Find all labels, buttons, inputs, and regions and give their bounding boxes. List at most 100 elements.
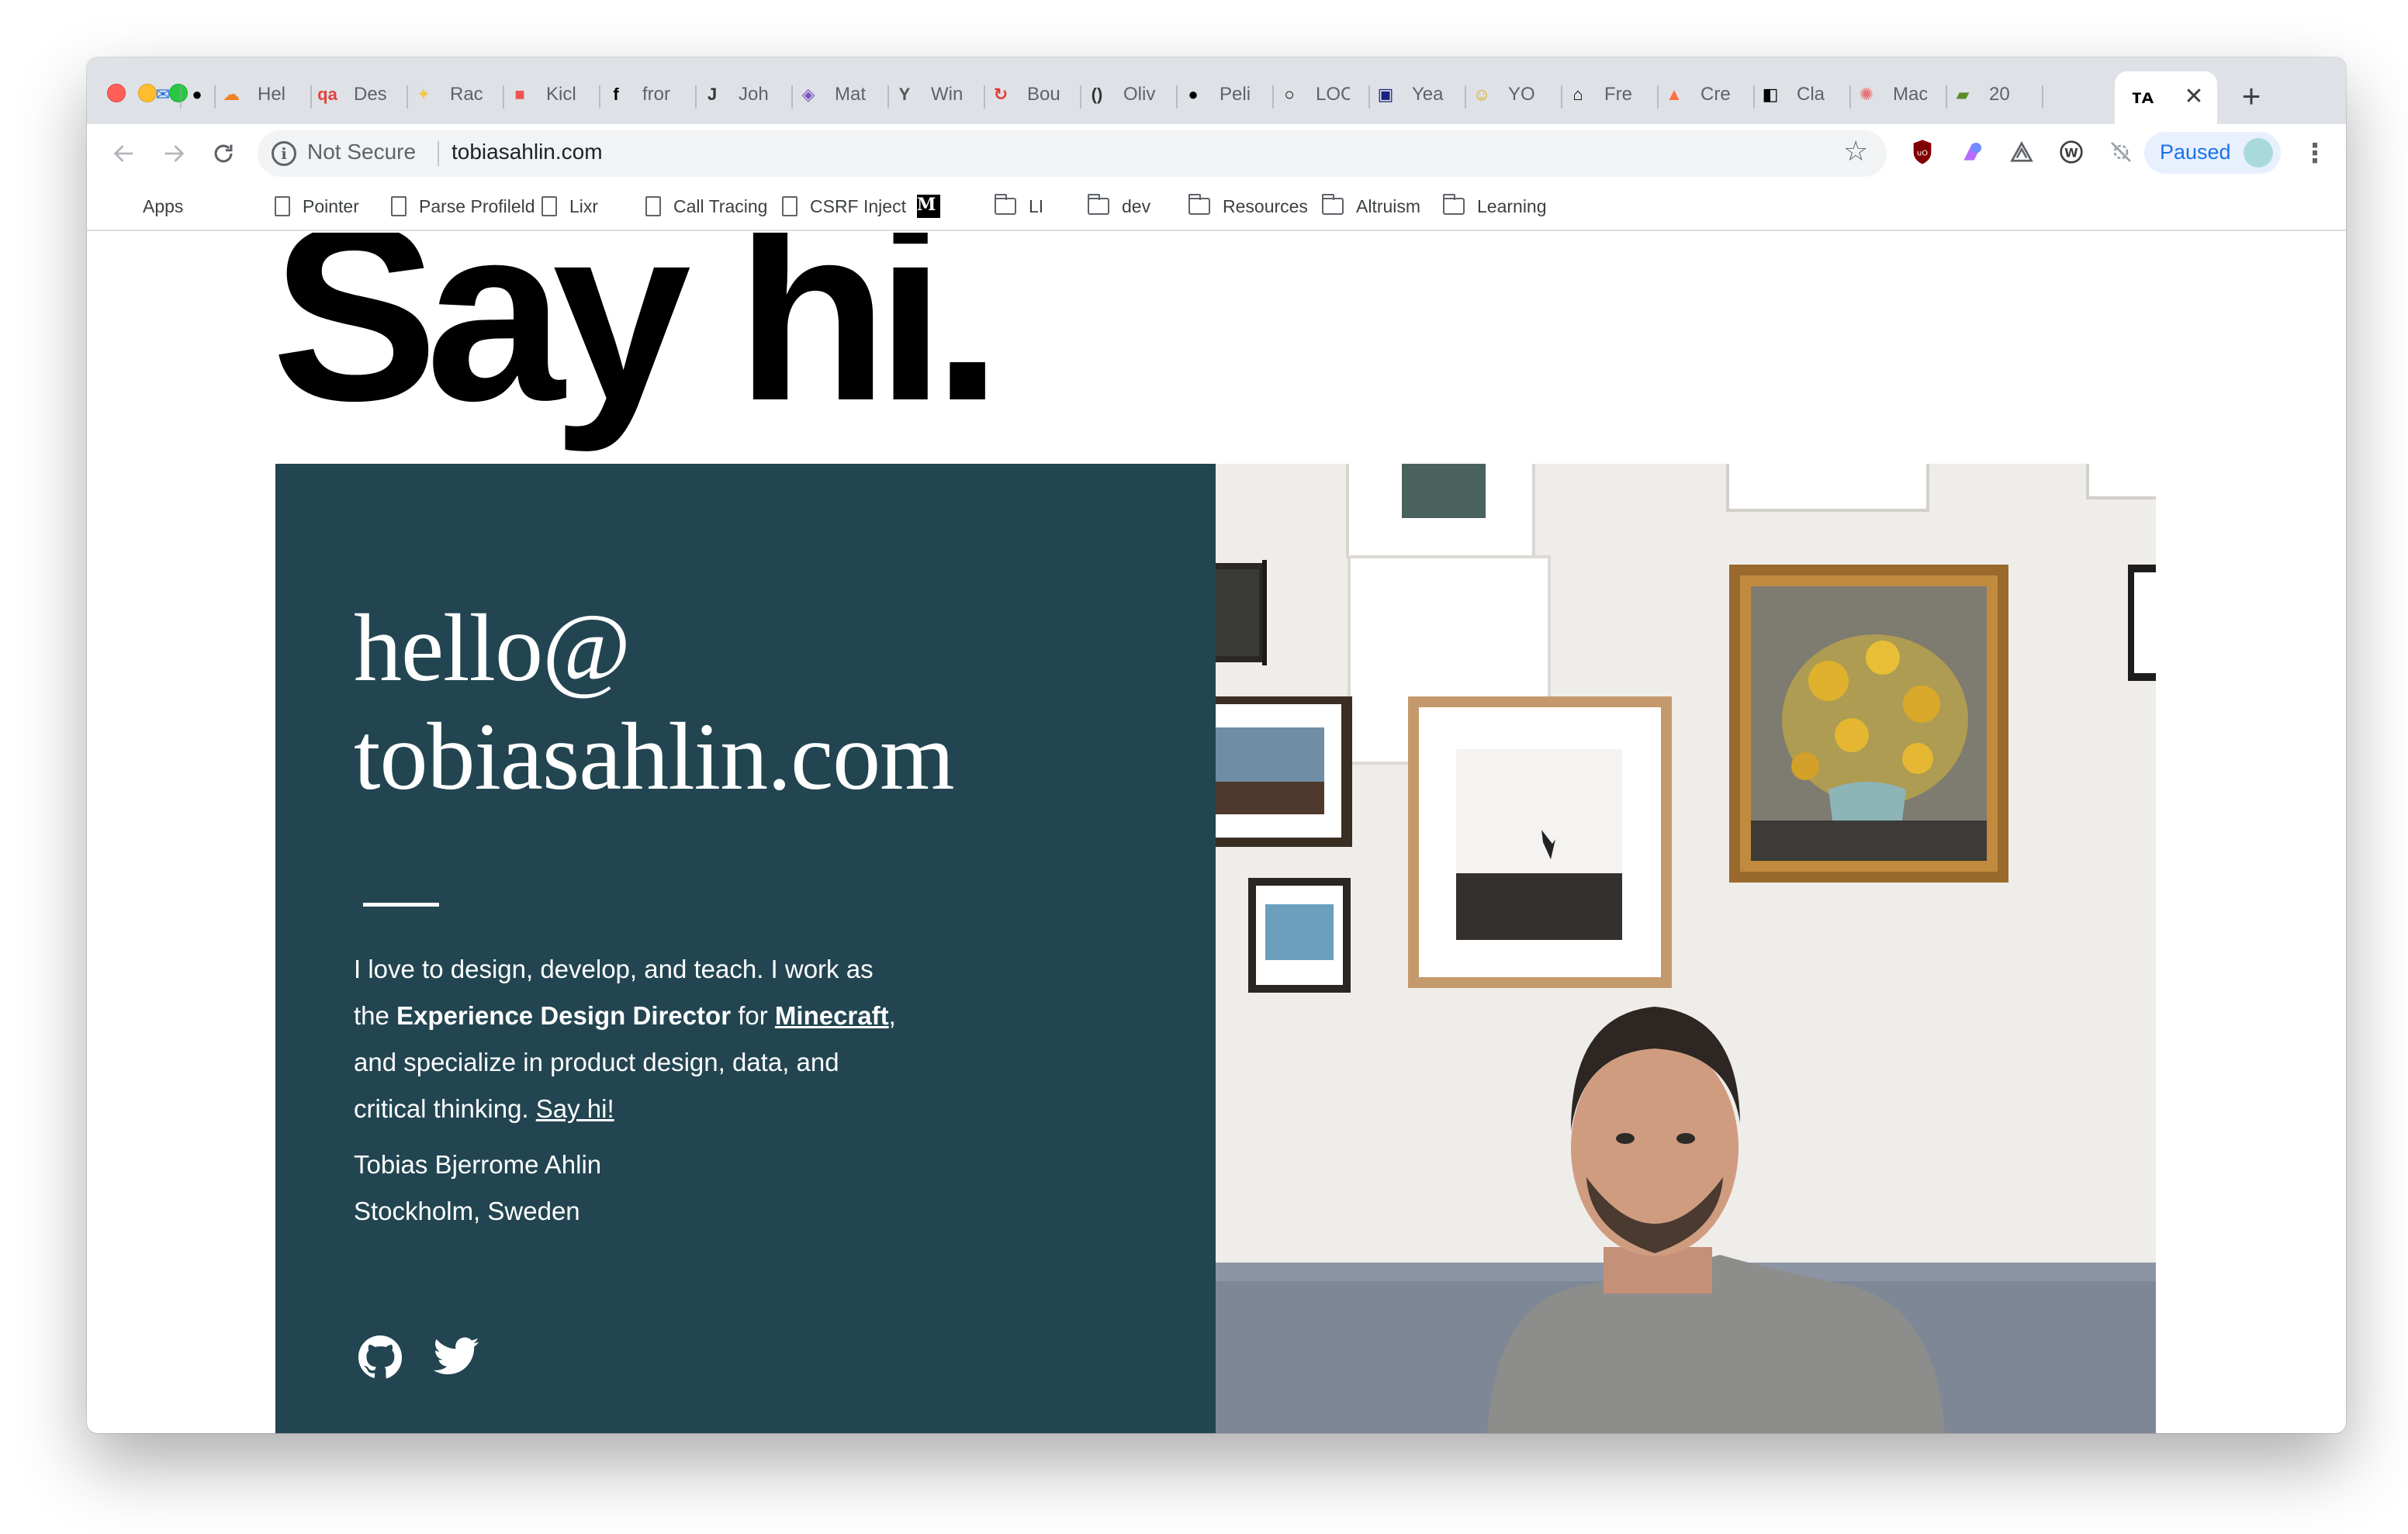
tab-strip: ✉ ● ☁ Hel qa Des ✦ Rac ■ Kicl f fror J Joh ◈ Mat Y Win ↻ Bo… [87,57,2346,124]
parens-icon: () [1091,85,1103,104]
bio-text-2: for [731,1001,775,1030]
tab-label: Joh [739,84,769,105]
tab[interactable]: ⌂ Fre [1566,74,1656,115]
signature: Tobias Bjerrome Ahlin Stockholm, Sweden [354,1142,601,1235]
close-icon[interactable]: ✕ [2177,79,2211,113]
tab-label: LOC [1316,84,1350,105]
tab-separator [887,85,889,109]
tab[interactable]: ▣ Yea [1373,74,1463,115]
tab-label: 20 [1989,84,2010,105]
tab[interactable]: J Joh [700,74,790,115]
tab[interactable]: ☺ YO [1469,74,1559,115]
minecraft-link[interactable]: Minecraft [775,1001,889,1030]
tab[interactable]: Y Win [892,74,982,115]
tab-label: Mat [835,84,867,105]
tab[interactable]: ○ LOC [1277,74,1367,115]
inbox-icon: ✉ [155,85,171,104]
ublock-icon[interactable]: uO [1907,136,1938,168]
tab[interactable]: ▰ 20 [1950,74,2040,115]
url-text[interactable]: tobiasahlin.com [452,140,603,164]
tab[interactable]: ✺ Mac [1854,74,1944,115]
figma-plugin-icon[interactable] [1956,136,1988,168]
bookmark-item[interactable]: Pointer [275,191,359,222]
tab[interactable]: ● Peli [1181,74,1271,115]
bookmark-item[interactable]: Learning [1443,191,1547,222]
bookmark-item[interactable]: CSRF Inject [782,191,906,222]
tab[interactable]: ■ Kicl [507,74,597,115]
tab[interactable]: ☁ Hel [219,74,309,115]
triangle-warning-icon[interactable] [2006,136,2037,168]
close-window-button[interactable] [107,84,126,102]
page-icon [391,196,407,216]
back-button[interactable] [102,132,146,175]
new-tab-button[interactable]: + [2230,74,2273,118]
tab-separator [984,85,985,109]
tab-separator [1946,85,1947,109]
tab-label: fror [642,84,670,105]
tab-separator [1176,85,1178,109]
tab-separator [1657,85,1659,109]
bookmark-item[interactable]: Lixr [541,191,598,222]
bookmark-item[interactable]: Call Tracing [645,191,767,222]
avatar [2244,138,2273,168]
github-icon: ● [192,85,202,104]
bookmark-item[interactable]: dev [1088,191,1150,222]
tab-separator [310,85,312,109]
chart-icon: ◈ [801,85,815,104]
github-icon[interactable] [355,1332,405,1382]
tab[interactable]: ▲ Cre [1662,74,1752,115]
security-label[interactable]: Not Secure [307,140,416,164]
tab-separator [1368,85,1370,109]
tab-label: Cla [1797,84,1825,105]
tab[interactable]: ◈ Mat [796,74,886,115]
prism-icon: ▲ [1666,85,1683,104]
divider [363,903,439,907]
menu-dots-icon[interactable]: ⋮ [2299,132,2330,175]
tab[interactable]: ✦ Rac [411,74,501,115]
bio-role: Experience Design Director [396,1001,732,1030]
bookmark-label: Lixr [569,195,599,216]
bookmark-label: Altruism [1356,195,1421,216]
twitter-icon[interactable] [431,1332,481,1382]
arrow-left-icon [113,145,133,162]
tab[interactable]: ◧ Cla [1758,74,1848,115]
tab-separator [214,85,216,109]
page-icon [782,196,797,216]
folder-icon [1443,194,1465,215]
tab-separator [2042,85,2043,109]
blocked-settings-icon[interactable] [2105,136,2136,168]
reload-button[interactable] [202,132,245,175]
address-bar[interactable]: i Not Secure tobiasahlin.com ☆ [258,130,1887,177]
bookmark-item[interactable]: Altruism [1322,191,1420,222]
wappalyzer-icon[interactable]: W [2056,136,2087,168]
tab-label: Yea [1412,84,1444,105]
tab-active[interactable]: ᴛᴀ ✕ [2115,71,2217,124]
svg-text:W: W [2064,146,2078,161]
bookmark-label: Apps [143,195,184,216]
tab[interactable]: ✉ [150,74,178,115]
tab-separator [1753,85,1755,109]
email-address[interactable]: hello@ tobiasahlin.com [354,594,955,811]
info-icon[interactable]: i [272,141,296,166]
say-hi-link[interactable]: Say hi! [536,1094,614,1123]
forward-button[interactable] [152,132,195,175]
tab[interactable]: ↻ Bou [988,74,1078,115]
tab-separator [1272,85,1274,109]
tab[interactable]: qa Des [315,74,405,115]
bookmark-item[interactable]: Resources [1188,191,1308,222]
folder-icon [1188,194,1210,215]
tab-label: Bou [1027,84,1060,105]
page-icon [541,196,557,216]
tab[interactable]: ● [185,74,213,115]
profile-button[interactable]: Paused [2144,132,2281,174]
bookmark-item[interactable]: Parse Profileld [391,191,535,222]
bookmark-item[interactable]: M [917,191,953,222]
bookmark-item[interactable]: Apps [109,191,183,222]
hero-heading: Say hi. [272,233,1002,453]
bookmark-star-icon[interactable]: ☆ [1843,135,1868,168]
tab[interactable]: f fror [604,74,694,115]
tab-label: Oliv [1123,84,1156,105]
tab[interactable]: () Oliv [1085,74,1175,115]
red-square-icon: ■ [514,85,525,104]
bookmark-item[interactable]: LI [995,191,1043,222]
